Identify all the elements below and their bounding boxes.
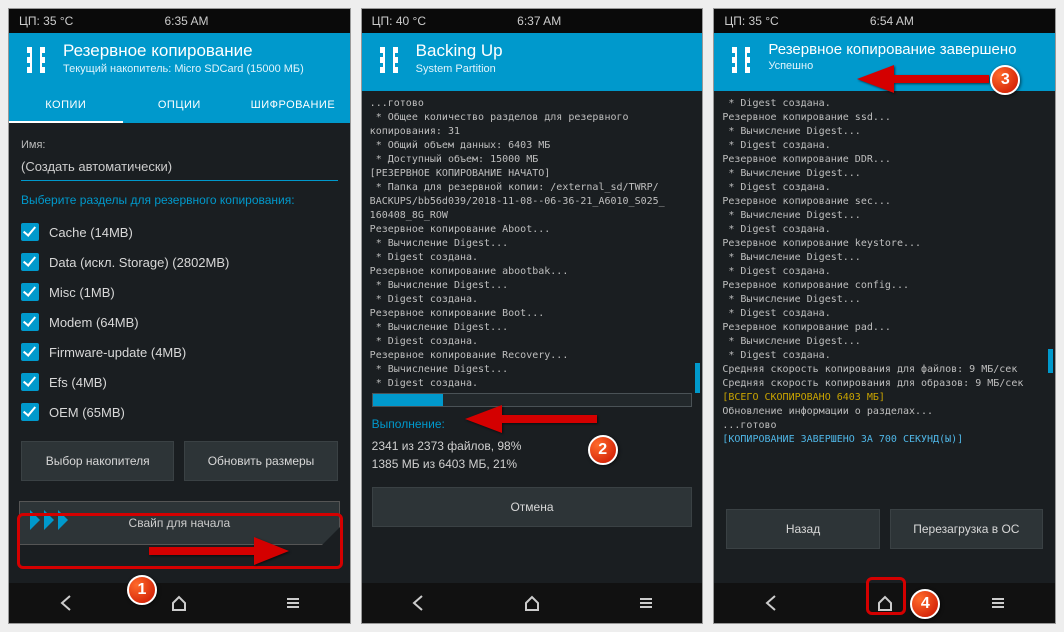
refresh-sizes-button[interactable]: Обновить размеры — [184, 441, 337, 481]
name-label: Имя: — [21, 139, 338, 151]
select-partitions-label: Выберите разделы для резервного копирова… — [21, 193, 338, 207]
partition-checkbox[interactable]: Modem (64MB) — [21, 307, 338, 337]
partition-checkbox[interactable]: Efs (4MB) — [21, 367, 338, 397]
progress-section-label: Выполнение: — [372, 417, 693, 431]
checkbox-icon — [21, 253, 39, 271]
twrp-logo-icon — [724, 43, 758, 77]
page-subtitle: System Partition — [416, 63, 503, 75]
header: Резервное копирование Текущий накопитель… — [9, 33, 350, 91]
navbar — [9, 583, 350, 623]
home-icon[interactable] — [874, 592, 896, 614]
screen-backup-progress: ЦП: 40 °C 6:37 AM Backing Up System Part… — [361, 8, 704, 624]
back-button[interactable]: Назад — [726, 509, 879, 549]
callout-badge: 2 — [588, 435, 618, 465]
menu-icon[interactable] — [282, 592, 304, 614]
progress-files: 2341 из 2373 файлов, 98% — [372, 439, 693, 453]
checkbox-icon — [21, 343, 39, 361]
cancel-button[interactable]: Отмена — [372, 487, 693, 527]
navbar — [714, 583, 1055, 623]
twrp-logo-icon — [19, 43, 53, 77]
checkbox-icon — [21, 283, 39, 301]
screen-backup-setup: ЦП: 35 °C 6:35 AM Резервное копирование … — [8, 8, 351, 624]
checkbox-icon — [21, 403, 39, 421]
partition-checkbox[interactable]: Data (искл. Storage) (2802MB) — [21, 247, 338, 277]
backup-name-input[interactable]: (Создать автоматически) — [21, 155, 338, 181]
swipe-label: Свайп для начала — [20, 516, 339, 530]
log-output: ...готово * Общее количество разделов дл… — [362, 91, 703, 389]
menu-icon[interactable] — [635, 592, 657, 614]
home-icon[interactable] — [168, 592, 190, 614]
scroll-thumb[interactable] — [695, 363, 700, 393]
select-storage-button[interactable]: Выбор накопителя — [21, 441, 174, 481]
clock: 6:54 AM — [739, 14, 1045, 28]
log-output: * Digest создана. Резервное копирование … — [714, 91, 1055, 467]
reboot-os-button[interactable]: Перезагрузка в ОС — [890, 509, 1043, 549]
twrp-logo-icon — [372, 43, 406, 77]
progress-bytes: 1385 МБ из 6403 МБ, 21% — [372, 457, 693, 471]
checkbox-icon — [21, 223, 39, 241]
statusbar: ЦП: 35 °C 6:35 AM — [9, 9, 350, 33]
checkbox-icon — [21, 313, 39, 331]
statusbar: ЦП: 40 °C 6:37 AM — [362, 9, 703, 33]
page-subtitle: Текущий накопитель: Micro SDCard (15000 … — [63, 63, 304, 75]
page-subtitle: Успешно — [768, 60, 1016, 72]
tabs: КОПИИ ОПЦИИ ШИФРОВАНИЕ — [9, 91, 350, 123]
partition-checkbox[interactable]: Firmware-update (4MB) — [21, 337, 338, 367]
back-icon[interactable] — [760, 592, 782, 614]
back-icon[interactable] — [55, 592, 77, 614]
partition-checkbox[interactable]: OEM (65MB) — [21, 397, 338, 427]
page-title: Backing Up — [416, 41, 503, 61]
home-icon[interactable] — [521, 592, 543, 614]
tab-encryption[interactable]: ШИФРОВАНИЕ — [236, 91, 350, 123]
partition-list: Cache (14MB) Data (искл. Storage) (2802M… — [21, 217, 338, 427]
statusbar: ЦП: 35 °C 6:54 AM — [714, 9, 1055, 33]
clock: 6:35 AM — [33, 14, 339, 28]
page-title: Резервное копирование — [63, 41, 304, 61]
callout-badge: 1 — [127, 575, 157, 605]
clock: 6:37 AM — [386, 14, 692, 28]
progress-fill — [373, 394, 443, 406]
tab-options[interactable]: ОПЦИИ — [123, 91, 237, 123]
header: Backing Up System Partition — [362, 33, 703, 91]
partition-checkbox[interactable]: Misc (1MB) — [21, 277, 338, 307]
partition-checkbox[interactable]: Cache (14MB) — [21, 217, 338, 247]
back-icon[interactable] — [407, 592, 429, 614]
swipe-to-start[interactable]: Свайп для начала — [19, 501, 340, 545]
scroll-thumb[interactable] — [1048, 349, 1053, 373]
page-title: Резервное копирование завершено — [768, 41, 1016, 58]
screen-backup-complete: ЦП: 35 °C 6:54 AM Резервное копирование … — [713, 8, 1056, 624]
menu-icon[interactable] — [987, 592, 1009, 614]
tab-copies[interactable]: КОПИИ — [9, 91, 123, 123]
checkbox-icon — [21, 373, 39, 391]
navbar — [362, 583, 703, 623]
progress-bar — [372, 393, 693, 407]
